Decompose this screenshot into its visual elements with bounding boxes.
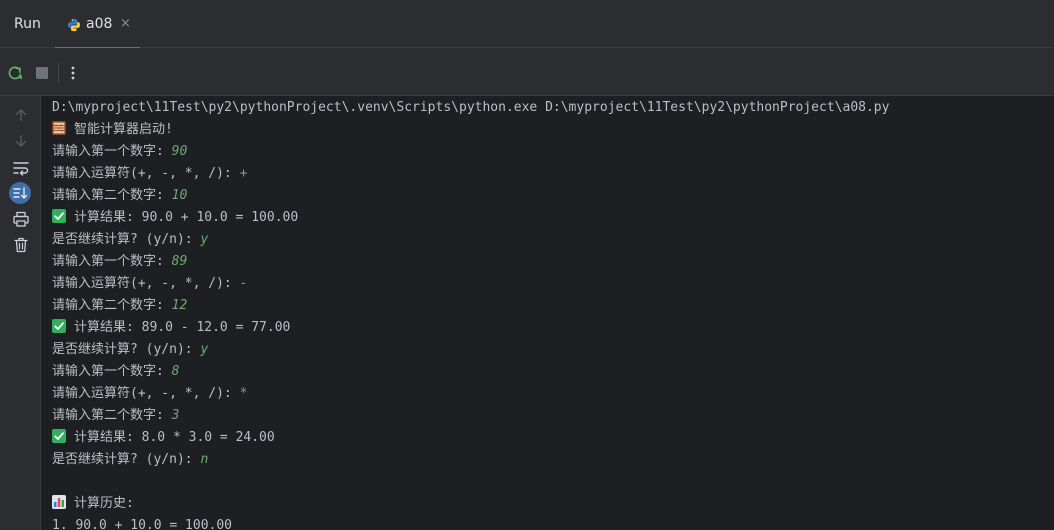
history-title: 计算历史: bbox=[74, 496, 134, 511]
result-line: 计算结果: 8.0 * 3.0 = 24.00 bbox=[52, 427, 275, 449]
console-side-toolbar bbox=[0, 96, 41, 530]
history-entry: 1. 90.0 + 10.0 = 100.00 bbox=[52, 518, 233, 530]
prompt-text: 请输入第二个数字: bbox=[52, 188, 172, 203]
run-tab-header: Run a08 × bbox=[0, 0, 1054, 49]
console-output[interactable]: D:\myproject\11Test\py2\pythonProject\.v… bbox=[41, 96, 1054, 530]
user-input: * bbox=[239, 386, 248, 401]
prompt-operator: 请输入运算符(+, -, *, /): + bbox=[52, 163, 247, 185]
result-text: 计算结果: 8.0 * 3.0 = 24.00 bbox=[74, 430, 275, 445]
user-input: 10 bbox=[171, 188, 188, 203]
result-text: 计算结果: 90.0 + 10.0 = 100.00 bbox=[74, 210, 299, 225]
check-mark-icon bbox=[52, 319, 66, 333]
command-line: D:\myproject\11Test\py2\pythonProject\.v… bbox=[52, 100, 890, 115]
trash-icon[interactable] bbox=[11, 235, 31, 255]
abacus-icon bbox=[52, 121, 66, 135]
python-icon bbox=[67, 17, 81, 32]
history-title-line: 计算历史: bbox=[52, 493, 134, 515]
user-input: 89 bbox=[171, 254, 188, 269]
prompt-first-number: 请输入第一个数字: 90 bbox=[52, 141, 187, 163]
run-toolbar bbox=[0, 48, 1054, 96]
prompt-continue: 是否继续计算? (y/n): y bbox=[52, 339, 208, 361]
tab-title: a08 bbox=[86, 16, 113, 32]
arrow-up-icon[interactable] bbox=[11, 105, 31, 125]
arrow-down-icon[interactable] bbox=[11, 131, 31, 151]
startup-line: 智能计算器启动! bbox=[52, 119, 173, 141]
prompt-text: 请输入第一个数字: bbox=[52, 144, 172, 159]
prompt-continue: 是否继续计算? (y/n): y bbox=[52, 229, 208, 251]
check-mark-icon bbox=[52, 429, 66, 443]
run-label: Run bbox=[14, 16, 41, 32]
prompt-operator: 请输入运算符(+, -, *, /): - bbox=[52, 273, 247, 295]
tab-a08[interactable]: a08 × bbox=[55, 0, 140, 49]
user-input: 3 bbox=[171, 408, 180, 423]
toolbar-separator bbox=[58, 63, 59, 83]
prompt-operator: 请输入运算符(+, -, *, /): * bbox=[52, 383, 247, 405]
prompt-continue: 是否继续计算? (y/n): n bbox=[52, 449, 208, 471]
more-icon[interactable] bbox=[64, 64, 82, 82]
startup-text: 智能计算器启动! bbox=[74, 122, 173, 137]
result-text: 计算结果: 89.0 - 12.0 = 77.00 bbox=[74, 320, 291, 335]
user-input: y bbox=[200, 342, 209, 357]
user-input: y bbox=[200, 232, 209, 247]
user-input: + bbox=[239, 166, 248, 181]
prompt-first-number: 请输入第一个数字: 8 bbox=[52, 361, 179, 383]
print-icon[interactable] bbox=[11, 209, 31, 229]
prompt-first-number: 请输入第一个数字: 89 bbox=[52, 251, 187, 273]
run-tool-window: Run a08 × D:\myproject\11Test\py2\python… bbox=[0, 0, 1054, 530]
user-input: - bbox=[239, 276, 248, 291]
prompt-text: 请输入运算符(+, -, *, /): bbox=[52, 386, 240, 401]
prompt-text: 请输入第二个数字: bbox=[52, 298, 172, 313]
prompt-second-number: 请输入第二个数字: 12 bbox=[52, 295, 187, 317]
result-line: 计算结果: 90.0 + 10.0 = 100.00 bbox=[52, 207, 298, 229]
check-mark-icon bbox=[52, 209, 66, 223]
stop-icon[interactable] bbox=[33, 64, 51, 82]
soft-wrap-icon[interactable] bbox=[11, 158, 31, 178]
prompt-text: 是否继续计算? (y/n): bbox=[52, 452, 201, 467]
rerun-icon[interactable] bbox=[6, 64, 24, 82]
user-input: 12 bbox=[171, 298, 188, 313]
prompt-text: 是否继续计算? (y/n): bbox=[52, 342, 201, 357]
result-line: 计算结果: 89.0 - 12.0 = 77.00 bbox=[52, 317, 290, 339]
prompt-text: 请输入第一个数字: bbox=[52, 364, 172, 379]
prompt-text: 请输入第二个数字: bbox=[52, 408, 172, 423]
user-input: 8 bbox=[171, 364, 180, 379]
prompt-second-number: 请输入第二个数字: 3 bbox=[52, 405, 179, 427]
user-input: 90 bbox=[171, 144, 188, 159]
prompt-text: 请输入运算符(+, -, *, /): bbox=[52, 276, 240, 291]
close-icon[interactable]: × bbox=[120, 16, 131, 31]
prompt-text: 请输入第一个数字: bbox=[52, 254, 172, 269]
prompt-second-number: 请输入第二个数字: 10 bbox=[52, 185, 187, 207]
prompt-text: 是否继续计算? (y/n): bbox=[52, 232, 201, 247]
prompt-text: 请输入运算符(+, -, *, /): bbox=[52, 166, 240, 181]
scroll-to-end-icon[interactable] bbox=[9, 182, 31, 204]
user-input: n bbox=[200, 452, 209, 467]
bar-chart-icon bbox=[52, 495, 66, 509]
